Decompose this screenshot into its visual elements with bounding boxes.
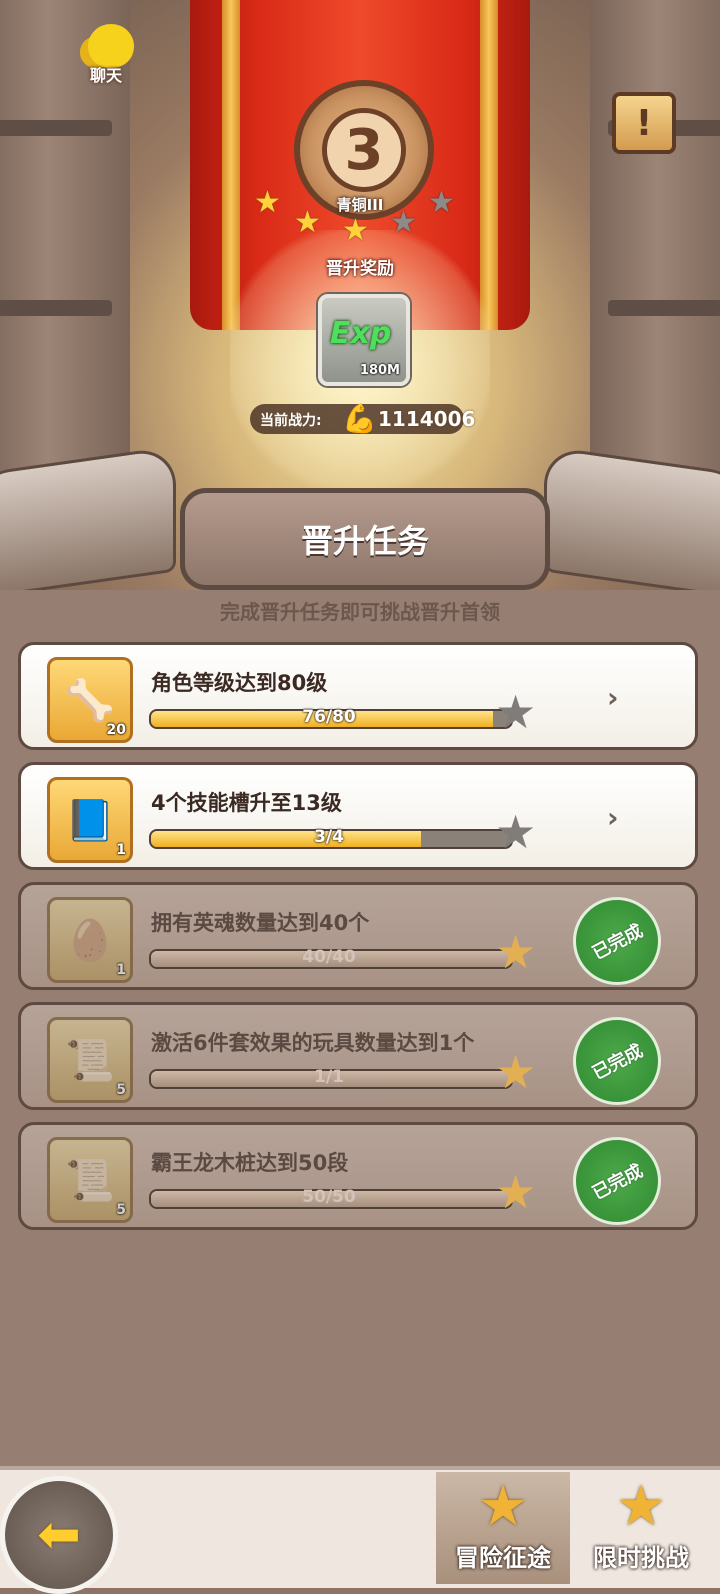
power-label: 当前战力: — [260, 413, 322, 429]
task-title: 角色等级达到80级 — [151, 671, 328, 695]
winged-star-icon: ★ — [615, 1474, 667, 1539]
chevron-right-icon[interactable]: › — [607, 681, 619, 714]
notice-menu-icon[interactable]: ! — [612, 92, 676, 154]
adventure-label: 冒险征途 — [455, 1544, 551, 1572]
task-row[interactable]: 📘 1 4个技能槽升至13级 3/4 ★ › — [18, 762, 698, 870]
star-icon: ★ — [495, 1045, 537, 1099]
item-count: 20 — [106, 722, 126, 738]
star-icon: ★ — [495, 925, 537, 979]
progress-text: 76/80 — [302, 707, 356, 727]
item-count: 1 — [116, 842, 126, 858]
completed-badge: 已完成 — [573, 897, 661, 985]
progress-text: 40/40 — [302, 947, 356, 967]
task-row: 📜 5 霸王龙木桩达到50段 50/50 ★ 已完成 — [18, 1122, 698, 1230]
task-title: 4个技能槽升至13级 — [151, 791, 342, 815]
rank-star-icon: ★ — [254, 185, 281, 220]
completed-badge: 已完成 — [573, 1017, 661, 1105]
progress-text: 1/1 — [314, 1067, 344, 1087]
blueprint-icon: 📜 5 — [47, 1017, 133, 1103]
adventure-button[interactable]: ★ 冒险征途 — [436, 1472, 570, 1584]
egg-icon: 🥚 1 — [47, 897, 133, 983]
progress-text: 3/4 — [314, 827, 344, 847]
limited-challenge-button[interactable]: ★ 限时挑战 — [574, 1472, 708, 1584]
back-button[interactable]: ⬅ — [0, 1476, 118, 1594]
task-title: 拥有英魂数量达到40个 — [151, 911, 370, 935]
reward-item[interactable]: Exp 180M — [318, 294, 410, 386]
item-count: 5 — [116, 1202, 126, 1218]
fossil-icon: 🦴 20 — [47, 657, 133, 743]
task-title: 霸王龙木桩达到50段 — [151, 1151, 349, 1175]
progress-text: 50/50 — [302, 1187, 356, 1207]
exp-icon: Exp — [330, 316, 392, 351]
chat-label: 聊天 — [89, 66, 122, 85]
trophy-icon: ★ — [477, 1474, 529, 1539]
task-row: 🥚 1 拥有英魂数量达到40个 40/40 ★ 已完成 — [18, 882, 698, 990]
task-row[interactable]: 🦴 20 角色等级达到80级 76/80 ★ › — [18, 642, 698, 750]
item-count: 1 — [116, 962, 126, 978]
rank-number: 3 — [322, 108, 406, 192]
back-arrow-icon: ⬅ — [37, 1505, 81, 1565]
reward-amount: 180M — [359, 363, 400, 378]
section-title: 晋升任务 — [300, 522, 429, 560]
section-banner: 晋升任务 — [180, 488, 550, 590]
rank-star-icon: ★ — [342, 213, 369, 248]
section-hint: 完成晋升任务即可挑战晋升首领 — [220, 600, 500, 624]
skill-scroll-icon: 📘 1 — [47, 777, 133, 863]
rank-star-icon: ★ — [428, 185, 455, 220]
blueprint-icon: 📜 5 — [47, 1137, 133, 1223]
rank-name: 青铜III — [336, 196, 384, 214]
chevron-right-icon[interactable]: › — [607, 801, 619, 834]
completed-badge: 已完成 — [573, 1137, 661, 1225]
reward-title: 晋升奖励 — [326, 259, 394, 279]
task-title: 激活6件套效果的玩具数量达到1个 — [151, 1031, 475, 1055]
limited-label: 限时挑战 — [593, 1544, 689, 1572]
item-count: 5 — [116, 1082, 126, 1098]
star-icon: ★ — [495, 1165, 537, 1219]
task-row: 📜 5 激活6件套效果的玩具数量达到1个 1/1 ★ 已完成 — [18, 1002, 698, 1110]
star-icon: ★ — [495, 685, 537, 739]
power-value: 1114006 — [378, 407, 476, 431]
star-icon: ★ — [495, 805, 537, 859]
chat-button[interactable]: 聊天 — [70, 24, 142, 85]
